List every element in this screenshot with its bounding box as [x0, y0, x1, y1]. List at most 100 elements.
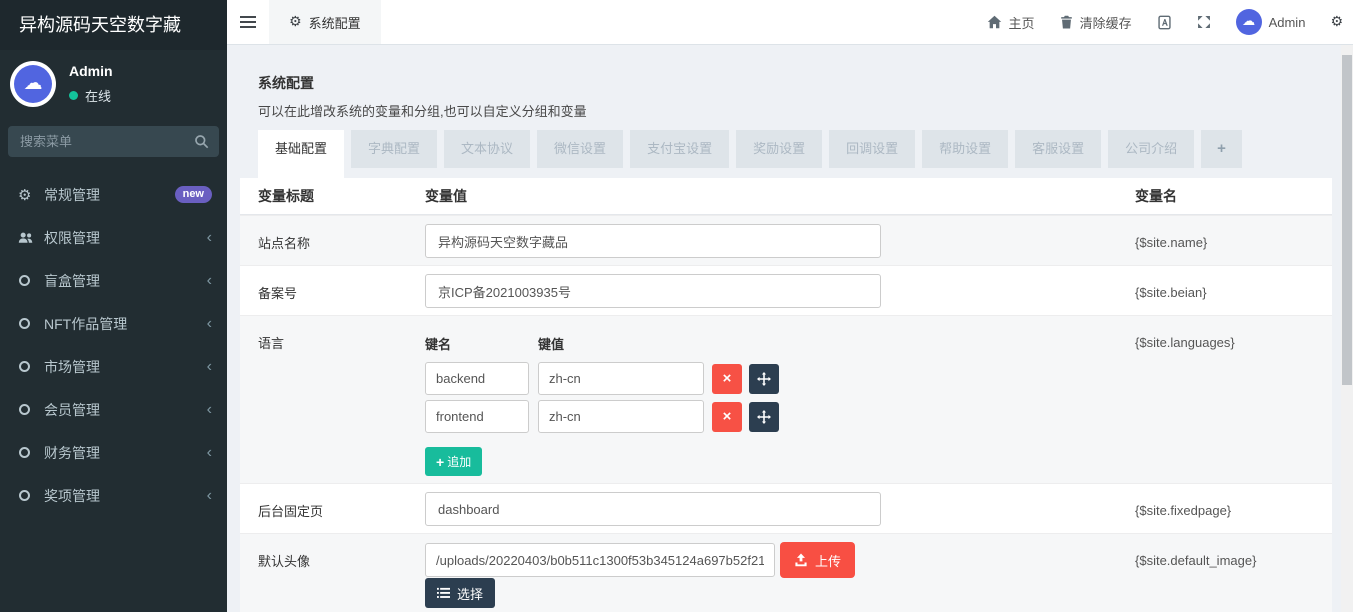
gear-icon: ⚙ [289, 15, 302, 29]
tab-service-settings[interactable]: 客服设置 [1015, 130, 1101, 168]
table-row: 默认头像 上传 [240, 533, 1332, 612]
circle-icon [18, 275, 44, 286]
site-name-input[interactable] [425, 224, 881, 258]
tab-text-agreement[interactable]: 文本协议 [444, 130, 530, 168]
language-switch-button[interactable] [1157, 15, 1172, 30]
column-header-value: 变量值 [425, 186, 1135, 206]
tab-callback-settings[interactable]: 回调设置 [829, 130, 915, 168]
avatar: ☁ [10, 61, 56, 107]
drag-row-button[interactable] [749, 364, 779, 394]
key-header: 键名 [425, 334, 538, 353]
online-status: 在线 [69, 86, 113, 105]
main-content: 系统配置 可以在此增改系统的变量和分组,也可以自定义分组和变量 基础配置 字典配… [227, 45, 1341, 612]
value-header: 键值 [538, 334, 564, 353]
topbar-tab-system-config[interactable]: ⚙ 系统配置 [269, 0, 381, 44]
variable-name: {$site.default_image} [1135, 534, 1332, 612]
users-icon [18, 231, 44, 244]
tab-dictionary-config[interactable]: 字典配置 [351, 130, 437, 168]
column-header-name: 变量名 [1135, 186, 1332, 206]
delete-row-button[interactable]: × [712, 402, 742, 432]
sidebar-item-market[interactable]: 市场管理 ‹ [0, 345, 227, 388]
circle-icon [18, 404, 44, 415]
trash-icon [1060, 15, 1073, 29]
circle-icon [18, 318, 44, 329]
page-title: 系统配置 [258, 73, 1301, 93]
close-icon: × [723, 409, 732, 424]
column-header-title: 变量标题 [240, 186, 425, 206]
append-button[interactable]: + 追加 [425, 447, 482, 476]
drag-row-button[interactable] [749, 402, 779, 432]
chevron-left-icon: ‹ [207, 316, 212, 332]
circle-icon [18, 490, 44, 501]
chevron-left-icon: ‹ [207, 359, 212, 375]
upload-icon [794, 553, 808, 567]
plus-icon: + [436, 455, 444, 469]
move-icon [757, 410, 771, 424]
config-tabs: 基础配置 字典配置 文本协议 微信设置 支付宝设置 奖励设置 回调设置 帮助设置… [258, 130, 1314, 178]
topbar-user-menu[interactable]: ☁ Admin [1236, 9, 1306, 35]
topbar: ⚙ 系统配置 主页 清除缓存 ☁ [227, 0, 1353, 45]
delete-row-button[interactable]: × [712, 364, 742, 394]
chevron-left-icon: ‹ [207, 273, 212, 289]
tab-alipay-settings[interactable]: 支付宝设置 [630, 130, 729, 168]
language-key-input[interactable] [425, 362, 529, 395]
close-icon: × [723, 371, 732, 386]
circle-icon [18, 361, 44, 372]
table-row: 备案号 {$site.beian} [240, 265, 1332, 315]
beian-input[interactable] [425, 274, 881, 308]
sidebar-item-permissions[interactable]: 权限管理 ‹ [0, 216, 227, 259]
tab-wechat-settings[interactable]: 微信设置 [537, 130, 623, 168]
sidebar-menu: ⚙ 常规管理 new 权限管理 ‹ 盲盒管理 ‹ NFT作品管理 [0, 173, 227, 517]
user-panel: ☁ Admin 在线 [0, 50, 227, 115]
choose-button[interactable]: 选择 [425, 578, 495, 608]
tab-basic-config[interactable]: 基础配置 [258, 130, 344, 178]
gears-icon: ⚙ [18, 186, 44, 204]
list-icon [437, 587, 450, 599]
config-panel: 变量标题 变量值 变量名 站点名称 {$site.name} 备案号 {$sit… [240, 178, 1332, 612]
sidebar: 异构源码天空数字藏 ☁ Admin 在线 ⚙ 常规管理 new [0, 0, 227, 612]
fixed-page-input[interactable] [425, 492, 881, 526]
search-input[interactable] [8, 126, 219, 157]
sidebar-toggle-button[interactable] [227, 0, 269, 44]
upload-button[interactable]: 上传 [780, 542, 855, 578]
variable-name: {$site.name} [1135, 216, 1332, 265]
sidebar-item-nft[interactable]: NFT作品管理 ‹ [0, 302, 227, 345]
table-row: 后台固定页 {$site.fixedpage} [240, 483, 1332, 533]
search-icon [194, 134, 209, 149]
table-row: 站点名称 {$site.name} [240, 215, 1332, 265]
language-pair-row: × [425, 400, 1135, 433]
avatar: ☁ [1236, 9, 1262, 35]
brand-title: 异构源码天空数字藏 [0, 0, 227, 50]
vertical-scrollbar[interactable] [1341, 45, 1353, 612]
language-value-input[interactable] [538, 400, 704, 433]
default-image-input[interactable] [425, 543, 775, 577]
sidebar-item-blindbox[interactable]: 盲盒管理 ‹ [0, 259, 227, 302]
sidebar-item-awards[interactable]: 奖项管理 ‹ [0, 474, 227, 517]
circle-icon [18, 447, 44, 458]
table-row: 语言 键名 键值 × [240, 315, 1332, 483]
language-key-input[interactable] [425, 400, 529, 433]
language-pair-row: × [425, 362, 1135, 395]
settings-menu-button[interactable]: ⚙ [1330, 15, 1343, 29]
page-subtitle: 可以在此增改系统的变量和分组,也可以自定义分组和变量 [258, 101, 1301, 120]
sidebar-item-members[interactable]: 会员管理 ‹ [0, 388, 227, 431]
add-tab-button[interactable]: + [1201, 130, 1242, 168]
tab-reward-settings[interactable]: 奖励设置 [736, 130, 822, 168]
table-header: 变量标题 变量值 变量名 [240, 178, 1332, 215]
topbar-username: Admin [1269, 15, 1306, 30]
sidebar-item-general[interactable]: ⚙ 常规管理 new [0, 173, 227, 216]
user-name: Admin [69, 63, 113, 79]
clear-cache-link[interactable]: 清除缓存 [1060, 13, 1132, 32]
chevron-left-icon: ‹ [207, 230, 212, 246]
language-value-input[interactable] [538, 362, 704, 395]
tab-company-intro[interactable]: 公司介绍 [1108, 130, 1194, 168]
variable-name: {$site.fixedpage} [1135, 484, 1332, 533]
home-icon [987, 15, 1002, 29]
sidebar-item-finance[interactable]: 财务管理 ‹ [0, 431, 227, 474]
online-dot-icon [69, 91, 78, 100]
chevron-left-icon: ‹ [207, 488, 212, 504]
fullscreen-button[interactable] [1197, 15, 1211, 29]
scrollbar-thumb[interactable] [1342, 55, 1352, 385]
tab-help-settings[interactable]: 帮助设置 [922, 130, 1008, 168]
home-link[interactable]: 主页 [987, 13, 1035, 32]
